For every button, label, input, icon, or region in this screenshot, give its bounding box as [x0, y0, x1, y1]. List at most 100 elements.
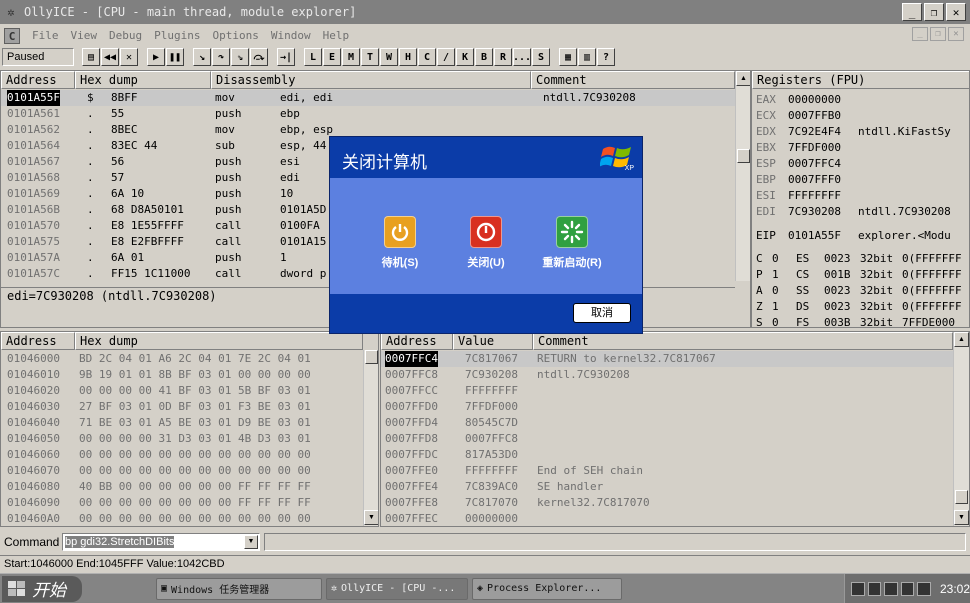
flag-row[interactable]: C 0 ES 0023 32bit 0(FFFFFFF: [752, 251, 969, 267]
restart-icon[interactable]: [556, 216, 588, 248]
references-window-button[interactable]: R: [494, 48, 512, 66]
mdi-restore-button[interactable]: ❐: [930, 27, 946, 41]
disasm-row[interactable]: 0101A561. 55 push ebp: [1, 106, 735, 122]
windows-window-button[interactable]: W: [380, 48, 398, 66]
task-ollyice[interactable]: ✲ OllyICE - [CPU -...: [326, 577, 468, 600]
stack-row[interactable]: 0007FFE4 7C839AC0 SE handler: [381, 479, 953, 495]
menu-view[interactable]: View: [65, 29, 104, 42]
call-stack-window-button[interactable]: K: [456, 48, 474, 66]
dump-row[interactable]: 01046020 00 00 00 00 41 BF 03 01 5B BF 03…: [1, 383, 363, 399]
task-process-explorer[interactable]: ◈ Process Explorer...: [472, 577, 622, 600]
dump-row[interactable]: 01046010 9B 19 01 01 8B BF 03 01 00 00 00…: [1, 367, 363, 383]
cpu-window-button[interactable]: C: [418, 48, 436, 66]
tray-cmd-icon[interactable]: [851, 581, 865, 596]
register-row[interactable]: EDX 7C92E4F4 ntdll.KiFastSy: [752, 124, 969, 140]
log-window-button[interactable]: L: [304, 48, 322, 66]
col-disasm-header[interactable]: Disassembly: [211, 71, 531, 89]
stack-row[interactable]: 0007FFCC FFFFFFFF: [381, 383, 953, 399]
register-row[interactable]: EDI 7C930208 ntdll.7C930208: [752, 204, 969, 220]
menu-options[interactable]: Options: [206, 29, 264, 42]
options-icon[interactable]: ▦: [559, 48, 577, 66]
col-comment-header[interactable]: Comment: [531, 71, 735, 89]
dump-scroll-down-icon[interactable]: ▼: [364, 510, 378, 525]
open-icon[interactable]: ▤: [82, 48, 100, 66]
tray-monitor-icon[interactable]: [867, 581, 882, 596]
start-button[interactable]: 开始: [2, 575, 82, 602]
threads-window-button[interactable]: T: [361, 48, 379, 66]
trace-over-icon[interactable]: ⤼: [250, 48, 268, 66]
trace-into-icon[interactable]: ⇘: [231, 48, 249, 66]
flag-row[interactable]: Z 1 DS 0023 32bit 0(FFFFFFF: [752, 299, 969, 315]
patches-window-button[interactable]: /: [437, 48, 455, 66]
dump-row[interactable]: 01046070 00 00 00 00 00 00 00 00 00 00 00…: [1, 463, 363, 479]
disassembly-scrollbar[interactable]: ▲: [735, 71, 750, 281]
dump-address-header[interactable]: Address: [1, 332, 75, 350]
menu-debug[interactable]: Debug: [103, 29, 148, 42]
stack-row[interactable]: 0007FFEC 00000000: [381, 511, 953, 526]
menu-plugins[interactable]: Plugins: [148, 29, 206, 42]
stack-value-header[interactable]: Value: [453, 332, 533, 350]
dump-row[interactable]: 01046030 27 BF 03 01 0D BF 03 01 F3 BE 03…: [1, 399, 363, 415]
stack-row[interactable]: 0007FFE0 FFFFFFFF End of SEH chain: [381, 463, 953, 479]
register-row[interactable]: EBX 7FFDF000: [752, 140, 969, 156]
stack-row[interactable]: 0007FFDC 817A53D0: [381, 447, 953, 463]
task-task-manager[interactable]: ▣ Windows 任务管理器: [156, 577, 322, 600]
registers-pane[interactable]: Registers (FPU) EAX 00000000 ECX 0007FFB0 ED…: [751, 70, 970, 328]
dump-scrollbar[interactable]: ▼: [363, 350, 378, 526]
clock[interactable]: 23:02: [940, 582, 970, 596]
minimize-button[interactable]: _: [902, 3, 922, 21]
stack-row[interactable]: 0007FFC8 7C930208 ntdll.7C930208: [381, 367, 953, 383]
eip-row[interactable]: EIP 0101A55F explorer.<Modu: [752, 228, 969, 244]
execute-till-return-icon[interactable]: →|: [277, 48, 295, 66]
command-input[interactable]: bp gdi32.StretchDIBits ▼: [62, 533, 260, 551]
appearance-icon[interactable]: ▥: [578, 48, 596, 66]
register-row[interactable]: EBP 0007FFF0: [752, 172, 969, 188]
standby-icon[interactable]: [384, 216, 416, 248]
chevron-down-icon[interactable]: ▼: [244, 535, 258, 549]
close-button[interactable]: ✕: [946, 3, 966, 21]
dump-row[interactable]: 010460A0 00 00 00 00 00 00 00 00 00 00 00…: [1, 511, 363, 526]
stack-row[interactable]: 0007FFD8 0007FFC8: [381, 431, 953, 447]
pause-icon[interactable]: ❚❚: [166, 48, 184, 66]
dump-scroll-thumb[interactable]: [365, 350, 378, 364]
menu-file[interactable]: File: [26, 29, 65, 42]
dump-row[interactable]: 01046050 00 00 00 00 31 D3 03 01 4B D3 03…: [1, 431, 363, 447]
register-row[interactable]: ESI FFFFFFFF: [752, 188, 969, 204]
tray-volume-icon[interactable]: [900, 581, 915, 596]
col-address-header[interactable]: Address: [1, 71, 75, 89]
handles-window-button[interactable]: H: [399, 48, 417, 66]
run-trace-window-button[interactable]: ...: [513, 48, 531, 66]
close-program-icon[interactable]: ✕: [120, 48, 138, 66]
stack-scroll-up-icon[interactable]: ▲: [954, 332, 969, 347]
register-row[interactable]: EAX 00000000: [752, 92, 969, 108]
modules-window-button[interactable]: E: [323, 48, 341, 66]
register-row[interactable]: ECX 0007FFB0: [752, 108, 969, 124]
flag-row[interactable]: S 0 FS 003B 32bit 7FFDE000: [752, 315, 969, 327]
breakpoints-window-button[interactable]: B: [475, 48, 493, 66]
stack-row[interactable]: 0007FFE8 7C817070 kernel32.7C817070: [381, 495, 953, 511]
dump-row[interactable]: 01046040 71 BE 03 01 A5 BE 03 01 D9 BE 03…: [1, 415, 363, 431]
maximize-button[interactable]: ❐: [924, 3, 944, 21]
stack-address-header[interactable]: Address: [381, 332, 453, 350]
flag-row[interactable]: P 1 CS 001B 32bit 0(FFFFFFF: [752, 267, 969, 283]
shutdown-icon[interactable]: [470, 216, 502, 248]
dump-row[interactable]: 01046090 00 00 00 00 00 00 00 00 FF FF FF…: [1, 495, 363, 511]
run-icon[interactable]: ▶: [147, 48, 165, 66]
dump-row[interactable]: 01046000 BD 2C 04 01 A6 2C 04 01 7E 2C 04…: [1, 351, 363, 367]
disasm-row[interactable]: 0101A55F $8BFF mov edi, edi ntdll.7C930208: [1, 90, 735, 106]
dump-row[interactable]: 01046080 40 BB 00 00 00 00 00 00 FF FF FF…: [1, 479, 363, 495]
register-row[interactable]: ESP 0007FFC4: [752, 156, 969, 172]
stack-pane[interactable]: Address Value Comment 0007FFC4 7C817067 RE…: [380, 331, 970, 527]
source-window-button[interactable]: S: [532, 48, 550, 66]
stack-scroll-thumb[interactable]: [955, 490, 968, 504]
mdi-close-button[interactable]: ✕: [948, 27, 964, 41]
title-bar[interactable]: ✲ OllyICE - [CPU - main thread, module e…: [0, 0, 970, 24]
standby-option[interactable]: 待机(S): [360, 216, 440, 270]
menu-help[interactable]: Help: [317, 29, 356, 42]
scroll-thumb[interactable]: [737, 149, 750, 163]
tray-app-icon[interactable]: [917, 581, 931, 596]
tray-network-icon[interactable]: [884, 581, 898, 596]
stack-row[interactable]: 0007FFD0 7FFDF000: [381, 399, 953, 415]
stack-row[interactable]: 0007FFD4 80545C7D: [381, 415, 953, 431]
mdi-minimize-button[interactable]: _: [912, 27, 928, 41]
